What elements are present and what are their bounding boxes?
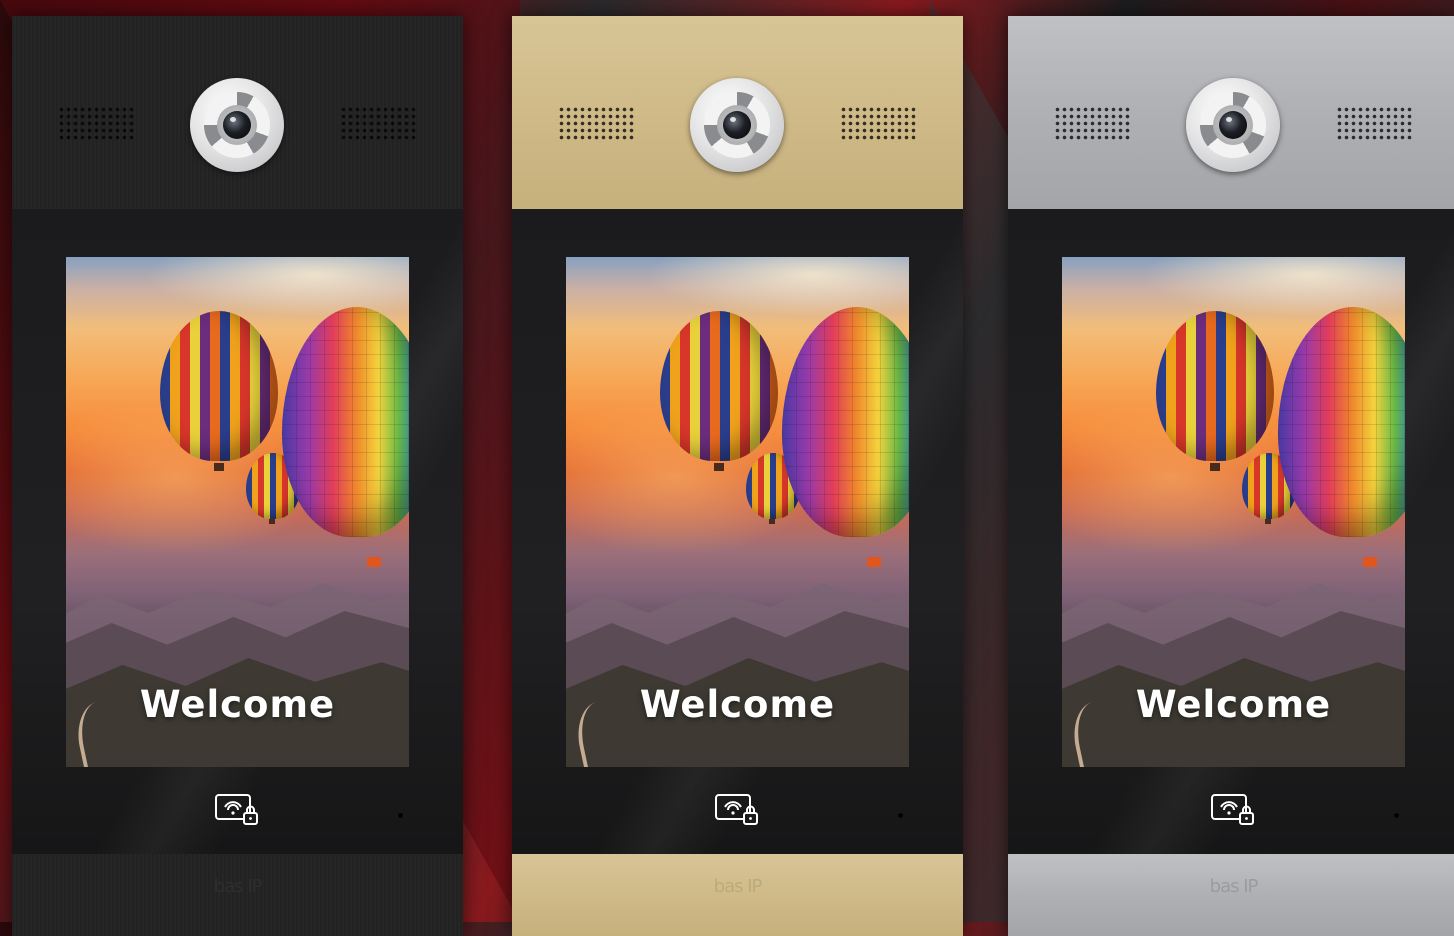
intercom-panel-black: Welcome bas IP <box>12 16 463 936</box>
display-screen[interactable]: Welcome <box>566 257 909 767</box>
top-cap-black <box>12 16 463 209</box>
camera-icon <box>1186 78 1280 172</box>
intercom-panel-silver: Welcome bas IP <box>1008 16 1454 936</box>
hot-air-balloon-image <box>1278 307 1405 537</box>
brand-logo-icon: bas IP <box>1209 876 1259 897</box>
top-cap-gold <box>512 16 963 209</box>
brand-logo-icon: bas IP <box>213 876 263 897</box>
brand-logo-icon: bas IP <box>713 876 763 897</box>
hot-air-balloon-image <box>282 307 409 537</box>
indicator-led-icon <box>398 813 403 818</box>
indicator-led-icon <box>898 813 903 818</box>
display-screen[interactable]: Welcome <box>66 257 409 767</box>
display-screen[interactable]: Welcome <box>1062 257 1405 767</box>
camera-icon <box>190 78 284 172</box>
intercom-panel-gold: Welcome bas IP <box>512 16 963 936</box>
top-cap-silver <box>1008 16 1454 209</box>
speaker-grille-icon <box>558 106 634 142</box>
card-reader-lock-icon[interactable] <box>214 793 260 827</box>
card-reader-lock-icon[interactable] <box>714 793 760 827</box>
hot-air-balloon-image <box>660 311 778 461</box>
speaker-grille-icon <box>840 106 916 142</box>
welcome-text: Welcome <box>139 683 336 726</box>
card-reader-lock-icon[interactable] <box>1210 793 1256 827</box>
speaker-grille-icon <box>340 106 416 142</box>
speaker-grille-icon <box>58 106 134 142</box>
hot-air-balloon-image <box>1156 311 1274 461</box>
indicator-led-icon <box>1394 813 1399 818</box>
speaker-grille-icon <box>1336 106 1412 142</box>
hot-air-balloon-image <box>160 311 278 461</box>
speaker-grille-icon <box>1054 106 1130 142</box>
welcome-text: Welcome <box>1135 683 1332 726</box>
camera-icon <box>690 78 784 172</box>
hot-air-balloon-image <box>782 307 909 537</box>
welcome-text: Welcome <box>639 683 836 726</box>
